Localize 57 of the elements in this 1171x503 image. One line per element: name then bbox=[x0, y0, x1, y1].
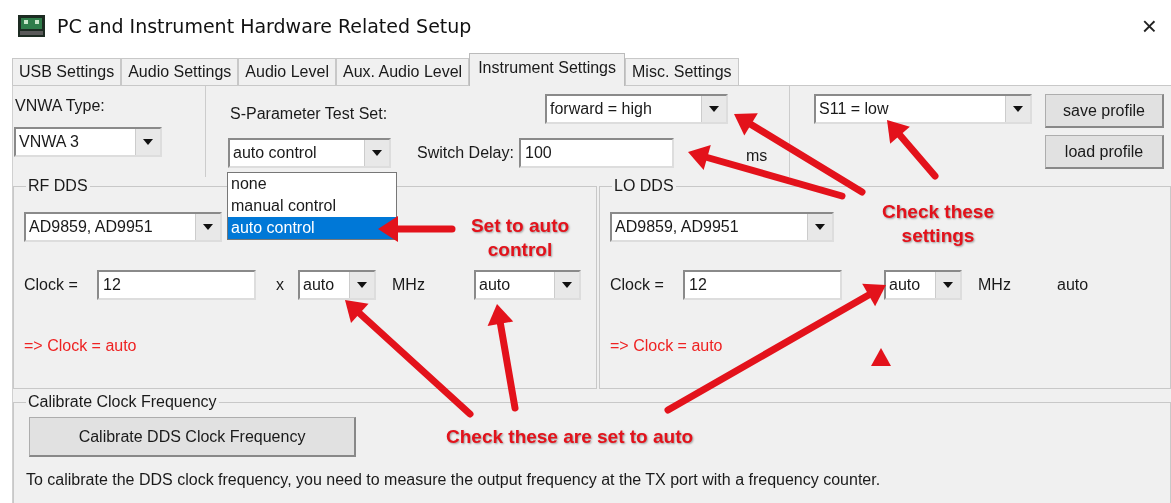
field-label: Clock = bbox=[24, 276, 79, 294]
status-text: => Clock = auto bbox=[24, 337, 138, 355]
dropdown-option[interactable]: auto control bbox=[228, 217, 396, 239]
unit-label: MHz bbox=[978, 276, 1012, 294]
field-label: Switch Delay: bbox=[417, 144, 515, 162]
dropdown[interactable]: S11 = low bbox=[814, 94, 1032, 124]
group-title: LO DDS bbox=[613, 177, 675, 195]
callout-text: Check these settings bbox=[881, 200, 995, 248]
field-label: VNWA Type: bbox=[15, 97, 106, 116]
arrow bbox=[887, 120, 939, 180]
caret-icon bbox=[143, 139, 153, 145]
tab[interactable]: Audio Settings bbox=[121, 58, 239, 85]
window-title: PC and Instrument Hardware Related Setup bbox=[57, 15, 473, 37]
profile-button[interactable]: load profile bbox=[1045, 135, 1164, 169]
dropdown[interactable]: forward = high bbox=[545, 94, 728, 124]
caret-icon bbox=[203, 224, 213, 230]
close-button[interactable]: × bbox=[1141, 10, 1157, 42]
caret-icon bbox=[357, 282, 367, 288]
field-label: S-Parameter Test Set: bbox=[230, 104, 389, 123]
tab[interactable]: Misc. Settings bbox=[625, 58, 739, 85]
dropdown[interactable]: auto control bbox=[228, 138, 391, 168]
caret-icon bbox=[1013, 106, 1023, 112]
caret-icon bbox=[372, 150, 382, 156]
dropdown[interactable]: auto bbox=[298, 270, 376, 300]
dropdown-option[interactable]: manual control bbox=[228, 195, 396, 217]
profile-button[interactable]: save profile bbox=[1045, 94, 1164, 128]
callout-text: Check these are set to auto bbox=[446, 425, 694, 449]
group-title: Calibrate Clock Frequency bbox=[27, 393, 218, 411]
tab[interactable]: Audio Level bbox=[238, 58, 336, 85]
multiply-sign: x bbox=[276, 276, 285, 294]
tab[interactable]: USB Settings bbox=[12, 58, 122, 85]
group-title: RF DDS bbox=[27, 177, 89, 195]
caret-icon bbox=[562, 282, 572, 288]
unit-label: ms bbox=[746, 146, 768, 165]
dropdown[interactable]: AD9859, AD9951 bbox=[610, 212, 834, 242]
tab[interactable]: Instrument Settings bbox=[469, 53, 625, 86]
triangle-marker bbox=[871, 348, 891, 366]
app-icon bbox=[18, 15, 45, 37]
tab[interactable]: Aux. Audio Level bbox=[335, 58, 470, 85]
dropdown[interactable]: auto bbox=[884, 270, 962, 300]
unit-label: MHz bbox=[392, 276, 426, 294]
caret-icon bbox=[943, 282, 953, 288]
dropdown[interactable]: AD9859, AD9951 bbox=[24, 212, 222, 242]
dropdown[interactable]: auto bbox=[474, 270, 581, 300]
caret-icon bbox=[709, 106, 719, 112]
input-field[interactable]: 100 bbox=[519, 138, 674, 168]
help-text: To calibrate the DDS clock frequency, you need to measure the output frequency at the TX port with a frequency counter. bbox=[26, 471, 882, 489]
input-field[interactable]: 12 bbox=[97, 270, 256, 300]
dropdown-option[interactable]: none bbox=[228, 173, 396, 195]
field-label: Clock = bbox=[610, 276, 665, 294]
callout-text: Set to auto control bbox=[469, 214, 571, 262]
caret-icon bbox=[815, 224, 825, 230]
input-field[interactable]: 12 bbox=[683, 270, 842, 300]
dropdown[interactable]: VNWA 3 bbox=[14, 127, 162, 157]
status-text: => Clock = auto bbox=[610, 337, 724, 355]
value-label: auto bbox=[1057, 276, 1089, 294]
calibrate-button[interactable]: Calibrate DDS Clock Frequency bbox=[29, 417, 356, 457]
